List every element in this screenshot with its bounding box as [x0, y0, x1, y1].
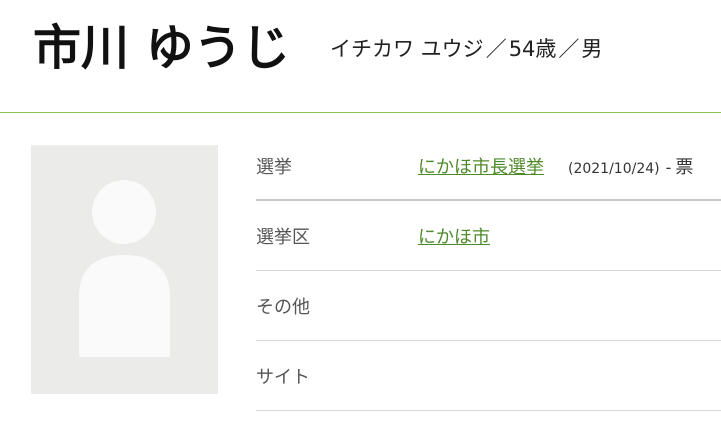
candidate-age: 54歳 [508, 37, 557, 61]
detail-row-other: その他 [256, 271, 721, 341]
election-link[interactable]: にかほ市長選挙 [418, 157, 544, 178]
separator: ／ [485, 37, 507, 61]
avatar [31, 145, 218, 394]
detail-label: サイト [256, 367, 310, 388]
detail-label: 選挙区 [256, 227, 310, 248]
candidate-subinfo: イチカワ ユウジ／54歳／男 [330, 34, 602, 64]
election-date: (2021/10/24) [568, 161, 660, 177]
candidate-name: 市川 ゆうじ [33, 20, 290, 76]
votes-suffix: 票 [675, 157, 694, 178]
district-link[interactable]: にかほ市 [418, 227, 490, 248]
detail-label: その他 [256, 297, 310, 318]
detail-row-site: サイト [256, 341, 721, 411]
candidate-details: 選挙 にかほ市長選挙 (2021/10/24) - 票 選挙区 にかほ市 その他 サイ… [256, 131, 721, 411]
vote-dash: - [665, 158, 672, 177]
detail-label: 選挙 [256, 157, 292, 178]
candidate-gender: 男 [581, 37, 603, 61]
candidate-kana: イチカワ ユウジ [330, 37, 484, 61]
separator: ／ [558, 37, 580, 61]
detail-row-district: 選挙区 にかほ市 [256, 201, 721, 271]
person-placeholder-icon [79, 180, 170, 357]
detail-row-election: 選挙 にかほ市長選挙 (2021/10/24) - 票 [256, 131, 721, 201]
detail-value: にかほ市 [418, 223, 490, 249]
profile-header: 市川 ゆうじ イチカワ ユウジ／54歳／男 [0, 0, 721, 113]
detail-value: にかほ市長選挙 (2021/10/24) - 票 [418, 153, 693, 179]
